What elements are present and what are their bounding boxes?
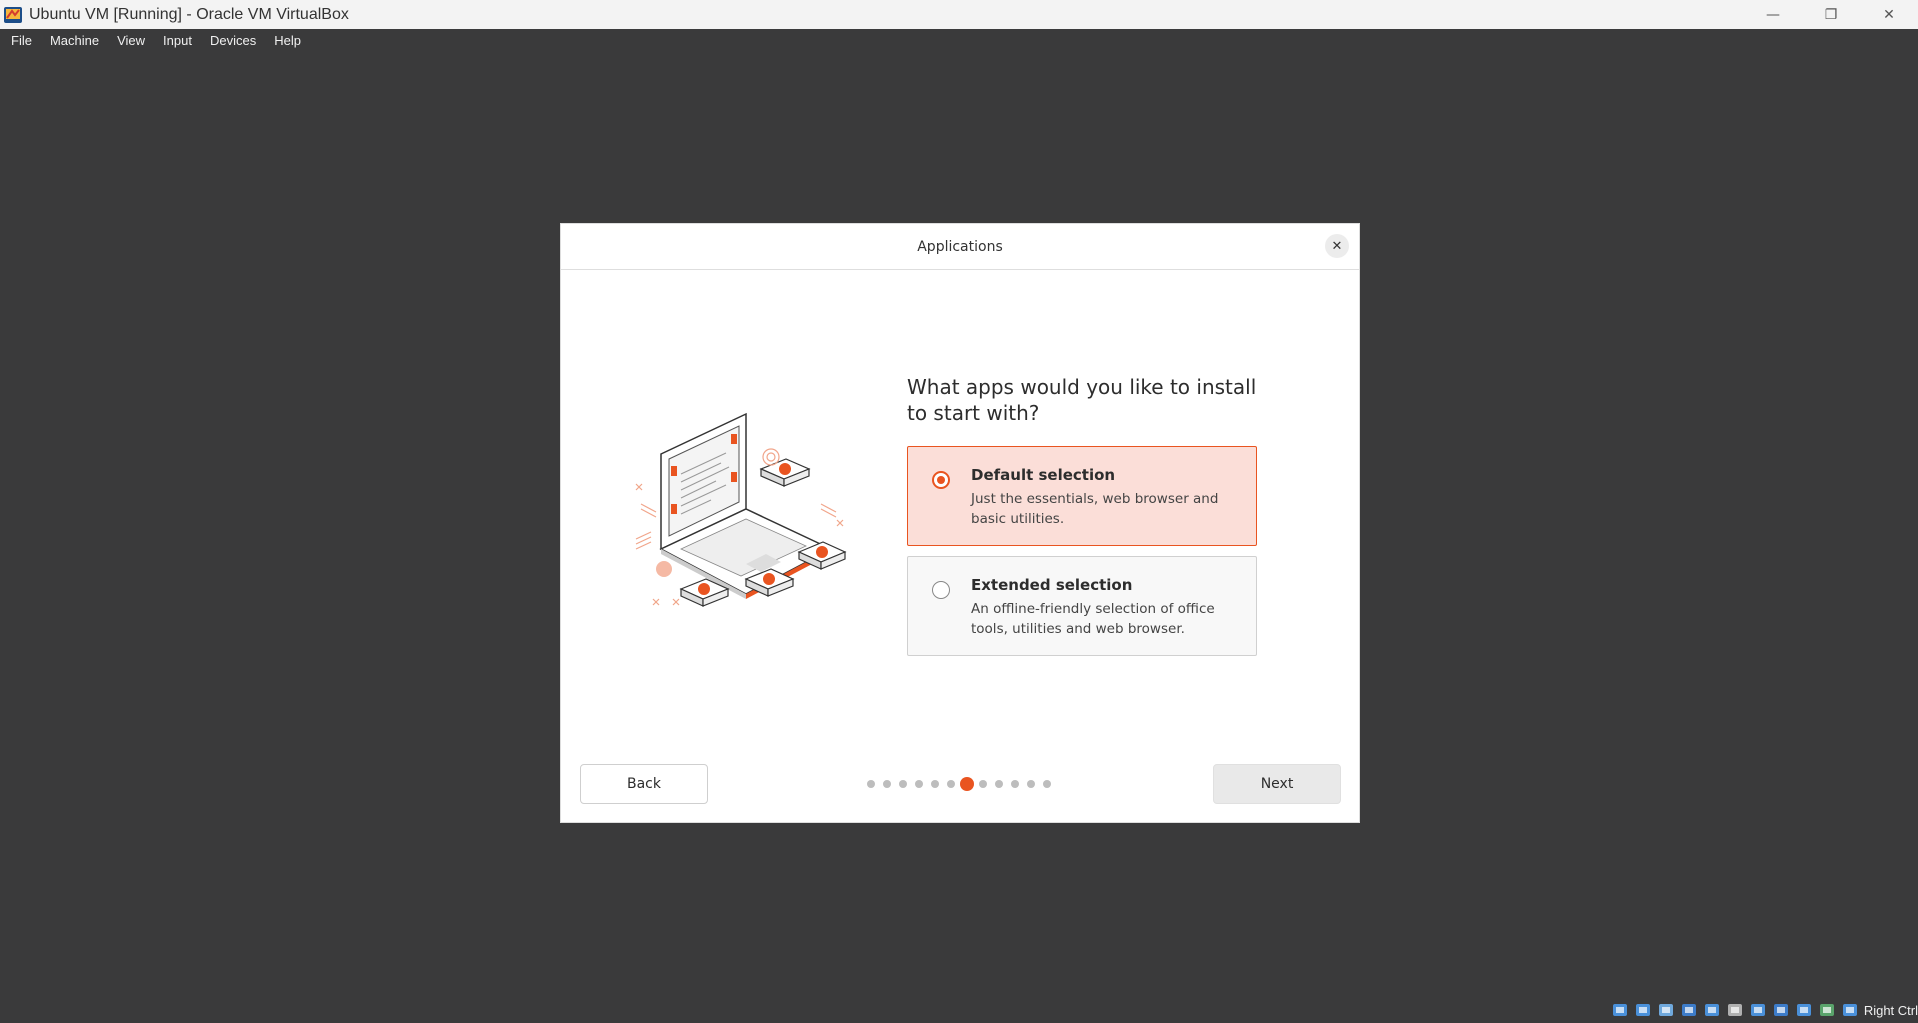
window-title: Ubuntu VM [Running] - Oracle VM VirtualB… bbox=[29, 5, 349, 23]
virtualization-icon[interactable] bbox=[1795, 1001, 1813, 1019]
restore-icon: ❐ bbox=[1824, 6, 1838, 23]
option-title: Extended selection bbox=[971, 576, 1133, 594]
radio-extended-selection[interactable] bbox=[932, 581, 950, 599]
network-icon[interactable] bbox=[1680, 1001, 1698, 1019]
menu-bar: File Machine View Input Devices Help bbox=[0, 29, 1918, 51]
vm-status-bar: Right Ctrl bbox=[1611, 999, 1918, 1021]
close-icon: ✕ bbox=[1331, 238, 1343, 254]
option-default-selection[interactable]: Default selection Just the essentials, w… bbox=[907, 446, 1257, 546]
close-window-button[interactable]: ✕ bbox=[1860, 0, 1918, 29]
menu-view[interactable]: View bbox=[107, 33, 153, 48]
option-description: Just the essentials, web browser and bas… bbox=[971, 491, 1219, 527]
shared-folders-icon[interactable] bbox=[1726, 1001, 1744, 1019]
hard-disk-icon[interactable] bbox=[1611, 1001, 1629, 1019]
host-key-label: Right Ctrl bbox=[1863, 1002, 1918, 1018]
display-icon[interactable] bbox=[1749, 1001, 1767, 1019]
dialog-title: Applications bbox=[917, 238, 1003, 255]
menu-devices[interactable]: Devices bbox=[200, 33, 264, 48]
progress-dot-active bbox=[960, 777, 974, 791]
progress-dot bbox=[883, 780, 891, 788]
installer-dialog: Applications ✕ What apps would you like … bbox=[560, 223, 1360, 823]
virtualbox-app-icon bbox=[3, 5, 23, 25]
progress-dot bbox=[995, 780, 1003, 788]
progress-dot bbox=[979, 780, 987, 788]
progress-dot bbox=[1011, 780, 1019, 788]
dialog-close-button[interactable]: ✕ bbox=[1325, 234, 1349, 258]
progress-dot bbox=[1027, 780, 1035, 788]
next-button[interactable]: Next bbox=[1213, 764, 1341, 804]
audio-icon[interactable] bbox=[1657, 1001, 1675, 1019]
progress-dot bbox=[931, 780, 939, 788]
screen-recording-icon[interactable] bbox=[1772, 1001, 1790, 1019]
menu-help[interactable]: Help bbox=[264, 33, 309, 48]
question-heading: What apps would you like to install to s… bbox=[907, 375, 1257, 425]
restore-button[interactable]: ❐ bbox=[1802, 0, 1860, 29]
option-extended-selection[interactable]: Extended selection An offline-friendly s… bbox=[907, 556, 1257, 656]
close-icon: ✕ bbox=[1883, 6, 1895, 23]
mouse-integration-icon[interactable] bbox=[1818, 1001, 1836, 1019]
progress-dot bbox=[899, 780, 907, 788]
dialog-header: Applications ✕ bbox=[561, 224, 1359, 270]
menu-machine[interactable]: Machine bbox=[40, 33, 107, 48]
progress-dot bbox=[1043, 780, 1051, 788]
menu-input[interactable]: Input bbox=[153, 33, 200, 48]
keyboard-icon[interactable] bbox=[1841, 1001, 1859, 1019]
radio-default-selection[interactable] bbox=[932, 471, 950, 489]
minimize-button[interactable]: — bbox=[1744, 0, 1802, 29]
laptop-illustration bbox=[631, 404, 861, 634]
progress-dot bbox=[947, 780, 955, 788]
progress-dots bbox=[861, 777, 1061, 791]
progress-dot bbox=[915, 780, 923, 788]
window-titlebar: Ubuntu VM [Running] - Oracle VM VirtualB… bbox=[0, 0, 1918, 29]
back-button[interactable]: Back bbox=[580, 764, 708, 804]
minimize-icon: — bbox=[1766, 6, 1780, 23]
progress-dot bbox=[867, 780, 875, 788]
usb-icon[interactable] bbox=[1703, 1001, 1721, 1019]
optical-drive-icon[interactable] bbox=[1634, 1001, 1652, 1019]
option-description: An offline-friendly selection of office … bbox=[971, 601, 1215, 637]
menu-file[interactable]: File bbox=[0, 33, 40, 48]
option-title: Default selection bbox=[971, 466, 1116, 484]
